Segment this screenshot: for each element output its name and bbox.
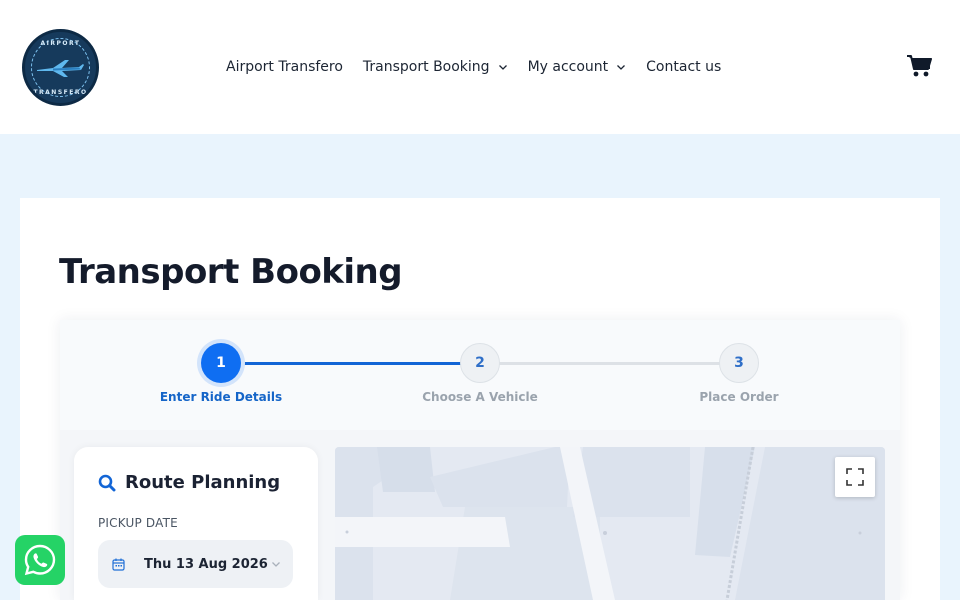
plane-logo-icon (37, 60, 84, 77)
route-planning-heading: Route Planning (98, 472, 280, 493)
nav-item-my-account[interactable]: My account (528, 59, 627, 75)
step-3-label: Place Order (699, 390, 779, 404)
nav-item-label: Transport Booking (362, 59, 490, 75)
map-tiles (335, 447, 885, 600)
site-logo[interactable]: AIRPORT TRANSFERO (22, 29, 99, 106)
nav-item-contact-us[interactable]: Contact us (646, 59, 721, 75)
step-1-circle[interactable]: 1 (201, 343, 241, 383)
pickup-date-value: Thu 13 Aug 2026 (144, 556, 268, 572)
map-fullscreen-button[interactable] (835, 457, 875, 497)
step-2-label: Choose A Vehicle (422, 390, 538, 404)
route-planning-title: Route Planning (125, 472, 281, 493)
whatsapp-button[interactable] (15, 535, 65, 585)
nav-item-airport-transfero[interactable]: Airport Transfero (226, 59, 343, 75)
step-track-complete (240, 362, 462, 365)
search-icon (98, 474, 116, 491)
pickup-date-label: PICKUP DATE (98, 516, 178, 530)
route-map[interactable] (335, 447, 885, 600)
pickup-date-field[interactable]: Thu 13 Aug 2026 (98, 540, 293, 588)
cart-icon[interactable] (906, 54, 932, 78)
step-track-pending (498, 362, 720, 365)
page-title: Transport Booking (59, 252, 403, 292)
step-2-circle[interactable]: 2 (460, 343, 500, 383)
fullscreen-icon (846, 468, 864, 486)
nav-item-transport-booking[interactable]: Transport Booking (363, 59, 508, 75)
nav-item-label: Contact us (646, 59, 722, 75)
nav-item-label: Airport Transfero (226, 59, 343, 75)
step-3-circle[interactable]: 3 (719, 343, 759, 383)
calendar-icon (112, 558, 125, 571)
logo-text-top: AIRPORT (40, 40, 81, 47)
nav-item-label: My account (527, 59, 609, 75)
logo-text-bottom: TRANSFERO (33, 89, 88, 96)
whatsapp-icon (24, 544, 56, 576)
site-header: AIRPORT TRANSFERO Airport Transfero Tran… (0, 0, 960, 134)
chevron-down-icon (272, 562, 280, 567)
step-1-label: Enter Ride Details (159, 390, 283, 404)
chevron-down-icon (498, 65, 507, 70)
chevron-down-icon (617, 65, 626, 70)
main-nav: Airport Transfero Transport Booking My a… (226, 57, 741, 77)
